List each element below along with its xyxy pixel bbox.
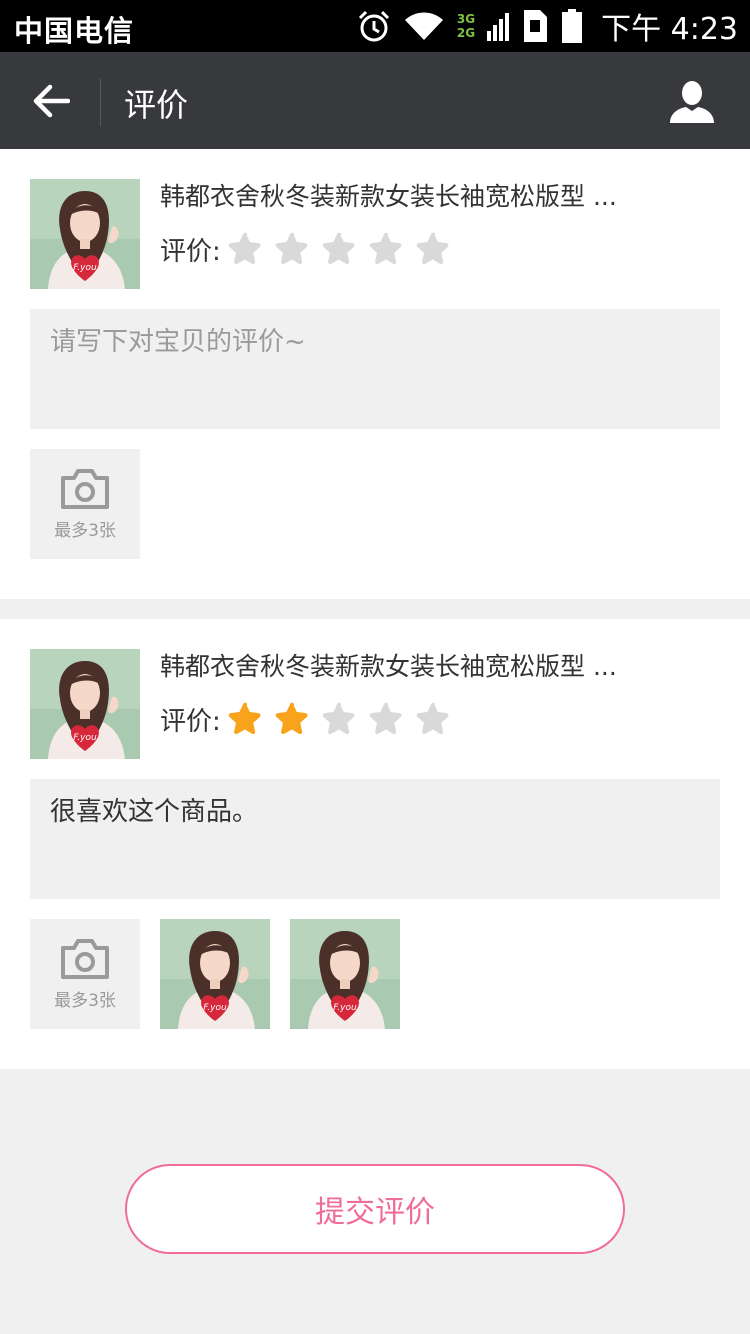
- rating-row: 评价:: [160, 229, 462, 269]
- review-card: 韩都衣舍秋冬装新款女装长袖宽松版型 ... 评价: 很喜欢这个商品。 最多3张: [0, 619, 750, 1069]
- add-photo-button[interactable]: 最多3张: [30, 449, 140, 559]
- star-rating: [227, 701, 462, 737]
- wifi-icon: [404, 12, 443, 40]
- rating-label: 评价:: [160, 706, 221, 737]
- uploaded-photo[interactable]: [290, 919, 400, 1029]
- star-icon[interactable]: [274, 701, 310, 737]
- add-photo-label: 最多3张: [54, 520, 116, 541]
- battery-icon: [562, 9, 583, 43]
- camera-icon: [61, 468, 109, 509]
- photo-row: 最多3张: [30, 449, 140, 559]
- star-icon[interactable]: [321, 701, 357, 737]
- star-icon[interactable]: [321, 231, 357, 267]
- status-bar: 中国电信 3G 2G 下午 4:23: [0, 0, 750, 52]
- alarm-icon: [358, 10, 389, 42]
- nav-bar: 评价: [0, 52, 750, 149]
- network-3g-label: 3G: [456, 12, 476, 26]
- arrow-left-icon: [33, 84, 70, 118]
- camera-icon: [61, 938, 109, 979]
- star-icon[interactable]: [368, 231, 404, 267]
- product-image: [30, 649, 140, 759]
- status-time: 下午 4:23: [601, 12, 738, 47]
- submit-review-button[interactable]: 提交评价: [125, 1164, 625, 1254]
- star-icon[interactable]: [368, 701, 404, 737]
- uploaded-photo[interactable]: [160, 919, 270, 1029]
- user-icon: [670, 81, 714, 123]
- star-icon[interactable]: [227, 701, 263, 737]
- product-title: 韩都衣舍秋冬装新款女装长袖宽松版型 ...: [160, 652, 617, 681]
- add-photo-label: 最多3张: [54, 990, 116, 1011]
- comment-input[interactable]: 很喜欢这个商品。: [30, 779, 720, 899]
- star-icon[interactable]: [227, 231, 263, 267]
- comment-input[interactable]: [30, 309, 720, 429]
- photo-row: 最多3张: [30, 919, 400, 1029]
- star-icon[interactable]: [274, 231, 310, 267]
- product-image: [30, 179, 140, 289]
- rating-row: 评价:: [160, 699, 462, 739]
- star-icon[interactable]: [415, 701, 451, 737]
- user-button[interactable]: [664, 74, 720, 130]
- signal-icon: [487, 13, 510, 41]
- network-type: 3G 2G: [457, 12, 475, 40]
- sim-icon: [524, 10, 548, 42]
- rating-label: 评价:: [160, 236, 221, 267]
- review-card: 韩都衣舍秋冬装新款女装长袖宽松版型 ... 评价: 最多3张: [0, 149, 750, 599]
- status-icons: 3G 2G 下午 4:23: [357, 6, 738, 47]
- carrier-name: 中国电信: [14, 14, 135, 48]
- nav-divider: [100, 78, 101, 126]
- add-photo-button[interactable]: 最多3张: [30, 919, 140, 1029]
- back-button[interactable]: [26, 76, 76, 126]
- page-title: 评价: [124, 86, 189, 124]
- network-2g-label: 2G: [456, 26, 476, 40]
- product-title: 韩都衣舍秋冬装新款女装长袖宽松版型 ...: [160, 182, 617, 211]
- star-icon[interactable]: [415, 231, 451, 267]
- star-rating: [227, 231, 462, 267]
